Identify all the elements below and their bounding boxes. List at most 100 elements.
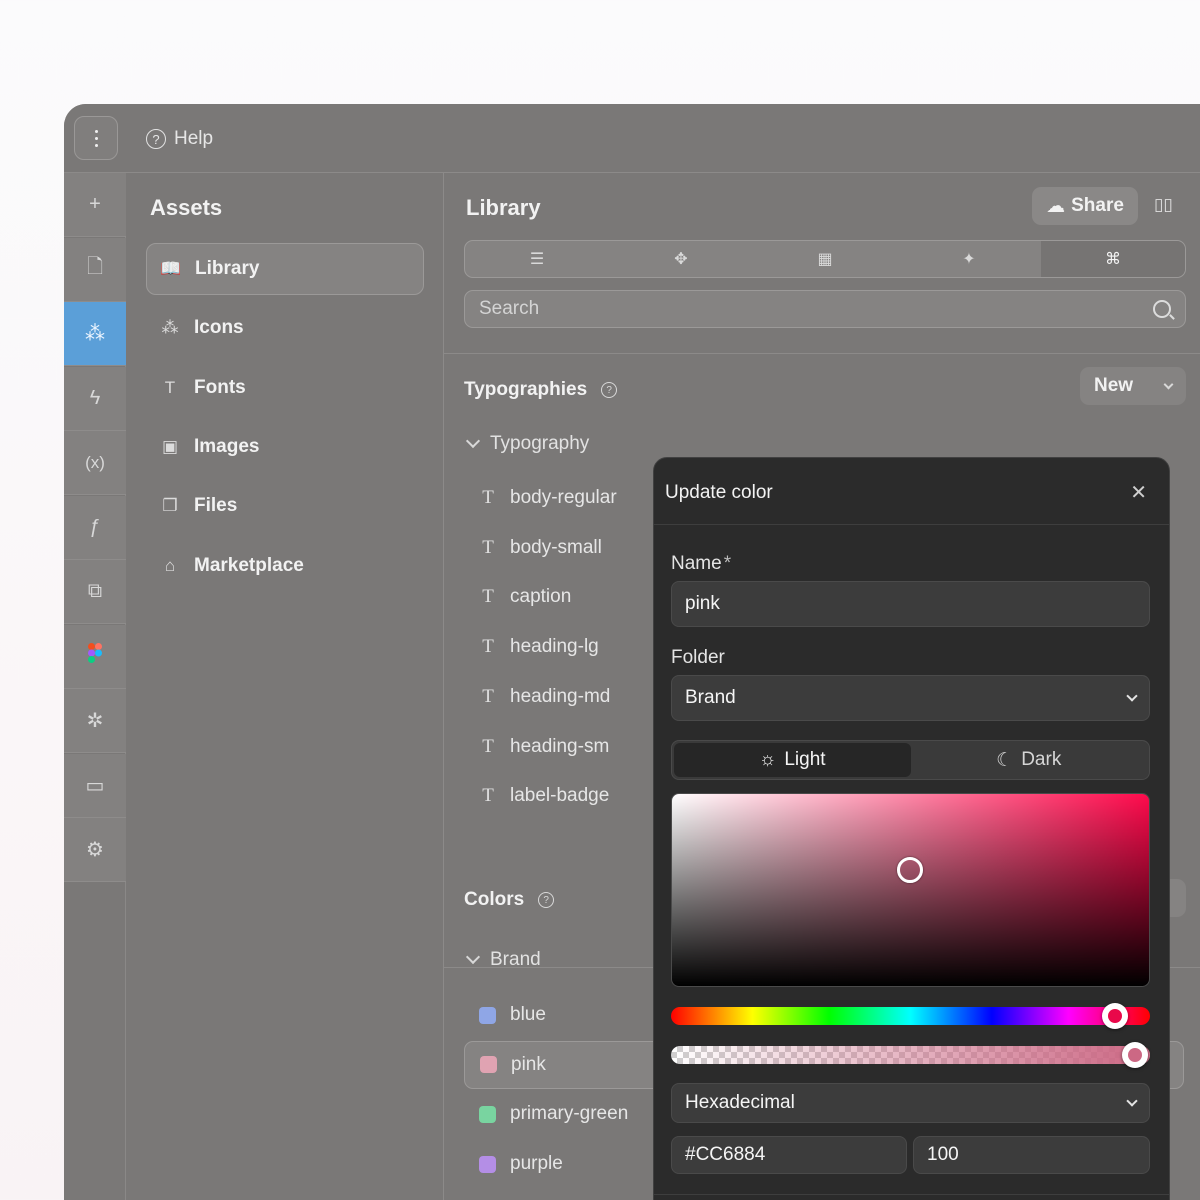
- rail-item-lightning[interactable]: ϟ: [64, 366, 126, 431]
- brand-folder[interactable]: Brand: [465, 949, 541, 971]
- hue-slider[interactable]: [671, 1007, 1150, 1025]
- typographies-title: Typographies: [464, 379, 588, 400]
- opacity-value: 100: [927, 1144, 959, 1165]
- question-circle-icon[interactable]: ?: [601, 382, 618, 398]
- rail-item-page[interactable]: 🗋: [64, 237, 126, 302]
- typography-item[interactable]: Theading-md: [480, 686, 610, 708]
- asset-item-images[interactable]: ▣ Images: [146, 421, 424, 473]
- search-field[interactable]: Search: [464, 290, 1186, 328]
- typography-item[interactable]: Tcaption: [480, 586, 571, 608]
- variables-icon: (x): [85, 452, 105, 472]
- divider: [654, 1194, 1169, 1195]
- folder-label: Brand: [490, 949, 541, 970]
- figma-icon: [88, 643, 102, 669]
- share-button[interactable]: ☁ Share: [1032, 187, 1138, 225]
- icons-icon: ⁂: [161, 318, 179, 338]
- saturation-handle[interactable]: [897, 857, 923, 883]
- opacity-knob-dot: [1128, 1048, 1142, 1062]
- sparkle-icon: ✦: [962, 251, 976, 268]
- help-link[interactable]: ? Help: [146, 126, 213, 152]
- library-title: Library: [466, 195, 541, 220]
- asset-item-label: Icons: [194, 317, 244, 339]
- rail-item-variables[interactable]: (x): [64, 431, 126, 495]
- color-format-select[interactable]: Hexadecimal: [671, 1083, 1150, 1123]
- book-open-icon[interactable]: ▯▯: [1154, 195, 1173, 215]
- color-name: primary-green: [510, 1103, 629, 1125]
- color-swatch: [480, 1056, 497, 1074]
- dark-mode-option[interactable]: ☾ Dark: [911, 743, 1148, 777]
- tokens-icon: ⌘: [1105, 251, 1121, 268]
- assets-title: Assets: [150, 195, 223, 220]
- hue-slider-knob[interactable]: [1102, 1003, 1128, 1029]
- typography-name: heading-md: [510, 685, 611, 707]
- typography-name: heading-sm: [510, 735, 610, 757]
- name-input[interactable]: pink: [671, 581, 1150, 627]
- settings-icon: ⚙: [86, 839, 104, 861]
- vertical-dots-icon: [94, 129, 98, 147]
- hex-input[interactable]: #CC6884: [671, 1136, 907, 1174]
- rail-item-plugin[interactable]: ⧉: [64, 560, 126, 624]
- folder-select[interactable]: Brand: [671, 675, 1150, 721]
- saturation-value-picker[interactable]: [671, 793, 1150, 987]
- typography-name: label-badge: [510, 785, 610, 807]
- typography-item[interactable]: Theading-sm: [480, 736, 609, 758]
- opacity-gradient: [671, 1046, 1150, 1064]
- typography-item[interactable]: Tbody-regular: [480, 487, 616, 509]
- plugin-icon: ⧉: [87, 580, 103, 602]
- rail-item-assets[interactable]: ⁂: [64, 302, 126, 366]
- rail-item-settings[interactable]: ⚙: [64, 818, 126, 882]
- page-icon: 🗋: [86, 256, 104, 278]
- asset-item-label: Fonts: [194, 376, 246, 398]
- light-mode-option[interactable]: ☼ Light: [674, 743, 911, 777]
- new-typography-button[interactable]: New: [1080, 367, 1186, 405]
- rail-item-plus[interactable]: +: [64, 173, 126, 237]
- asset-item-label: Images: [194, 435, 260, 457]
- more-menu-button[interactable]: [74, 116, 118, 160]
- rail-item-function[interactable]: ƒ: [64, 495, 126, 560]
- typographies-header: Typographies ?: [464, 379, 618, 401]
- text-style-icon: T: [482, 685, 494, 707]
- moon-icon: ☾: [996, 749, 1014, 771]
- chevron-down-icon: [1126, 1094, 1138, 1107]
- typography-item[interactable]: Theading-lg: [480, 636, 599, 658]
- tab-sparkle[interactable]: ✦: [897, 241, 1041, 277]
- opacity-slider-knob[interactable]: [1122, 1042, 1148, 1068]
- question-circle-icon[interactable]: ?: [538, 892, 555, 908]
- search-placeholder: Search: [479, 298, 540, 319]
- rail-item-terminal[interactable]: ▭: [64, 753, 126, 818]
- folder-label: Typography: [490, 433, 590, 454]
- opacity-input[interactable]: 100: [913, 1136, 1150, 1174]
- dialog-title: Update color: [665, 482, 773, 503]
- sun-icon: ☼: [758, 749, 777, 770]
- cloud-upload-icon: ☁: [1046, 195, 1066, 217]
- asset-item-fonts[interactable]: T Fonts: [146, 362, 424, 414]
- chevron-down-icon: [465, 433, 481, 449]
- tab-tokens[interactable]: ⌘: [1041, 241, 1185, 277]
- tab-grid[interactable]: ▦: [753, 241, 897, 277]
- folder-value: Brand: [685, 687, 736, 708]
- dialog-header: Update color ✕: [654, 458, 1169, 525]
- asset-item-files[interactable]: ❐ Files: [146, 480, 424, 532]
- typography-item[interactable]: Tlabel-badge: [480, 785, 609, 807]
- rail-item-bug[interactable]: ✲: [64, 689, 126, 753]
- tab-align[interactable]: ☰: [465, 241, 609, 277]
- required-mark: *: [723, 553, 732, 574]
- tab-component[interactable]: ✥: [609, 241, 753, 277]
- question-circle-icon: ?: [146, 129, 166, 149]
- folder-label: Folder: [671, 647, 725, 668]
- theme-mode-toggle: ☼ Light ☾ Dark: [671, 740, 1150, 780]
- terminal-icon: ▭: [85, 774, 105, 797]
- asset-item-library[interactable]: 📖 Library: [146, 243, 424, 295]
- close-icon[interactable]: ✕: [1130, 480, 1147, 505]
- rail-item-figma[interactable]: [64, 624, 126, 689]
- asset-item-icons[interactable]: ⁂ Icons: [146, 302, 424, 354]
- divider: [444, 353, 1200, 354]
- book-icon: 📖: [160, 259, 182, 278]
- opacity-slider[interactable]: [671, 1046, 1150, 1064]
- text-style-icon: T: [482, 586, 494, 608]
- typography-item[interactable]: Tbody-small: [480, 537, 602, 559]
- asset-item-marketplace[interactable]: ⌂ Marketplace: [146, 540, 424, 592]
- store-icon: ⌂: [164, 555, 176, 575]
- typography-folder[interactable]: Typography: [465, 433, 590, 455]
- chevron-down-icon: [465, 949, 481, 965]
